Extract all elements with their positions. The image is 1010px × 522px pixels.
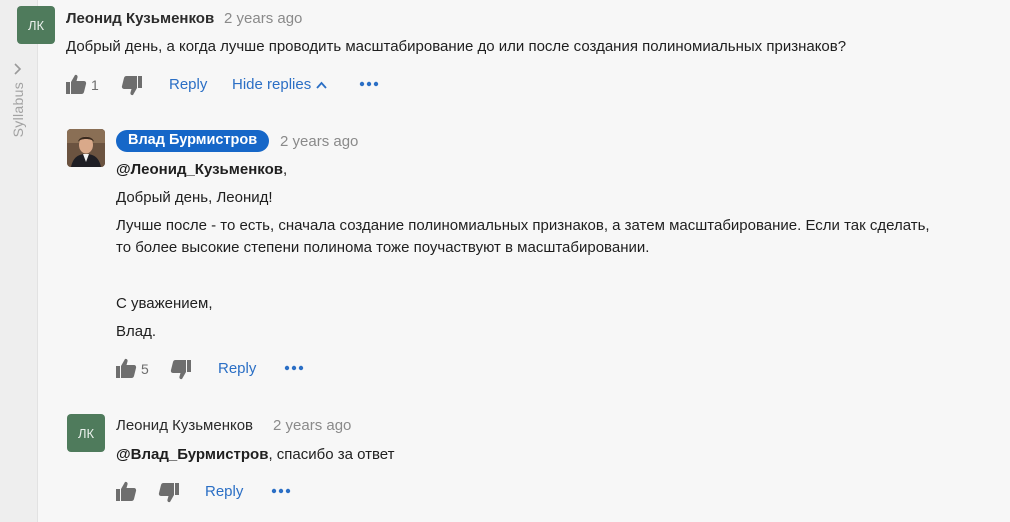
comment-body-line: то более высокие степени полинома тоже п… xyxy=(116,239,650,256)
chevron-right-icon xyxy=(14,63,22,75)
dislike-button[interactable] xyxy=(121,76,142,96)
reply-button[interactable]: Reply xyxy=(169,76,207,93)
syllabus-label: Syllabus xyxy=(10,82,26,138)
comment-greeting: Добрый день, Леонид! xyxy=(116,189,273,206)
thumbs-down-icon xyxy=(158,483,179,503)
comment-body-line: Лучше после - то есть, сначала создание … xyxy=(116,217,930,234)
reply-button[interactable]: Reply xyxy=(218,360,256,377)
avatar xyxy=(67,129,105,167)
like-button[interactable] xyxy=(116,358,137,378)
more-dots-icon[interactable] xyxy=(359,79,379,89)
comment-time: 2 years ago xyxy=(273,417,352,434)
comment-text: @Влад_Бурмистров, спасибо за ответ xyxy=(116,444,395,466)
mention-link[interactable]: @Леонид_Кузьменков xyxy=(116,161,283,178)
hide-replies-label: Hide replies xyxy=(232,76,312,93)
comment-time: 2 years ago xyxy=(280,133,359,150)
thumbs-down-icon xyxy=(121,76,142,96)
comment-text: Добрый день, а когда лучше проводить мас… xyxy=(66,38,847,55)
dislike-button[interactable] xyxy=(158,483,179,503)
like-count: 5 xyxy=(141,361,149,377)
comment-mention-line: @Леонид_Кузьменков, xyxy=(116,159,287,181)
reply-button[interactable]: Reply xyxy=(205,483,243,500)
thumbs-down-icon xyxy=(170,360,191,380)
thumbs-up-icon xyxy=(116,481,137,501)
more-dots-icon[interactable] xyxy=(284,363,304,373)
left-rail: Syllabus xyxy=(0,0,38,522)
like-count: 1 xyxy=(91,77,99,93)
avatar: ЛК xyxy=(67,414,105,452)
more-dots-icon[interactable] xyxy=(271,486,291,496)
syllabus-toggle[interactable]: Syllabus xyxy=(10,62,26,142)
comment-time: 2 years ago xyxy=(224,10,303,27)
thumbs-up-icon xyxy=(116,358,137,378)
thumbs-up-icon xyxy=(66,74,87,94)
comment-text-suffix: , спасибо за ответ xyxy=(268,446,395,463)
avatar: ЛК xyxy=(17,6,55,44)
like-button[interactable] xyxy=(116,481,137,501)
comment-signature-line: Влад. xyxy=(116,323,157,340)
dislike-button[interactable] xyxy=(170,360,191,380)
mention-suffix: , xyxy=(282,161,288,178)
mention-link[interactable]: @Влад_Бурмистров xyxy=(116,446,268,463)
comment-signature-line: С уважением, xyxy=(116,295,213,312)
comment-author[interactable]: Леонид Кузьменков xyxy=(66,10,214,27)
like-button[interactable] xyxy=(66,74,87,94)
author-badge[interactable]: Влад Бурмистров xyxy=(116,130,270,152)
chevron-up-icon xyxy=(316,81,327,89)
hide-replies-button[interactable]: Hide replies xyxy=(232,76,327,93)
comment-author[interactable]: Леонид Кузьменков xyxy=(116,417,253,434)
avatar-photo-icon xyxy=(67,129,105,167)
